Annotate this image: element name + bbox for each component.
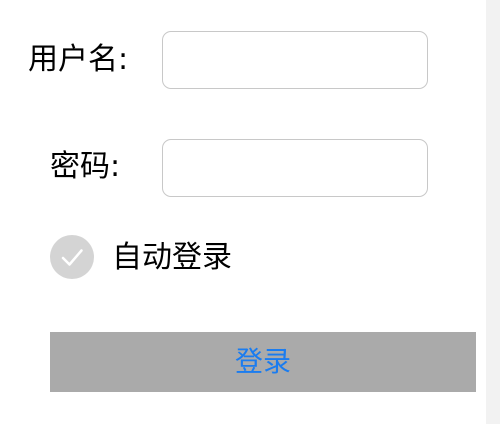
password-field[interactable] xyxy=(162,139,428,197)
auto-login-checkbox[interactable] xyxy=(50,235,94,279)
password-label: 密码: xyxy=(50,149,121,184)
username-label: 用户名: xyxy=(28,42,129,77)
username-field[interactable] xyxy=(162,31,428,89)
login-form: 用户名: 密码: 自动登录 登录 xyxy=(0,0,486,424)
auto-login-label[interactable]: 自动登录 xyxy=(112,238,232,278)
check-icon xyxy=(61,249,83,266)
login-button[interactable]: 登录 xyxy=(50,332,476,392)
